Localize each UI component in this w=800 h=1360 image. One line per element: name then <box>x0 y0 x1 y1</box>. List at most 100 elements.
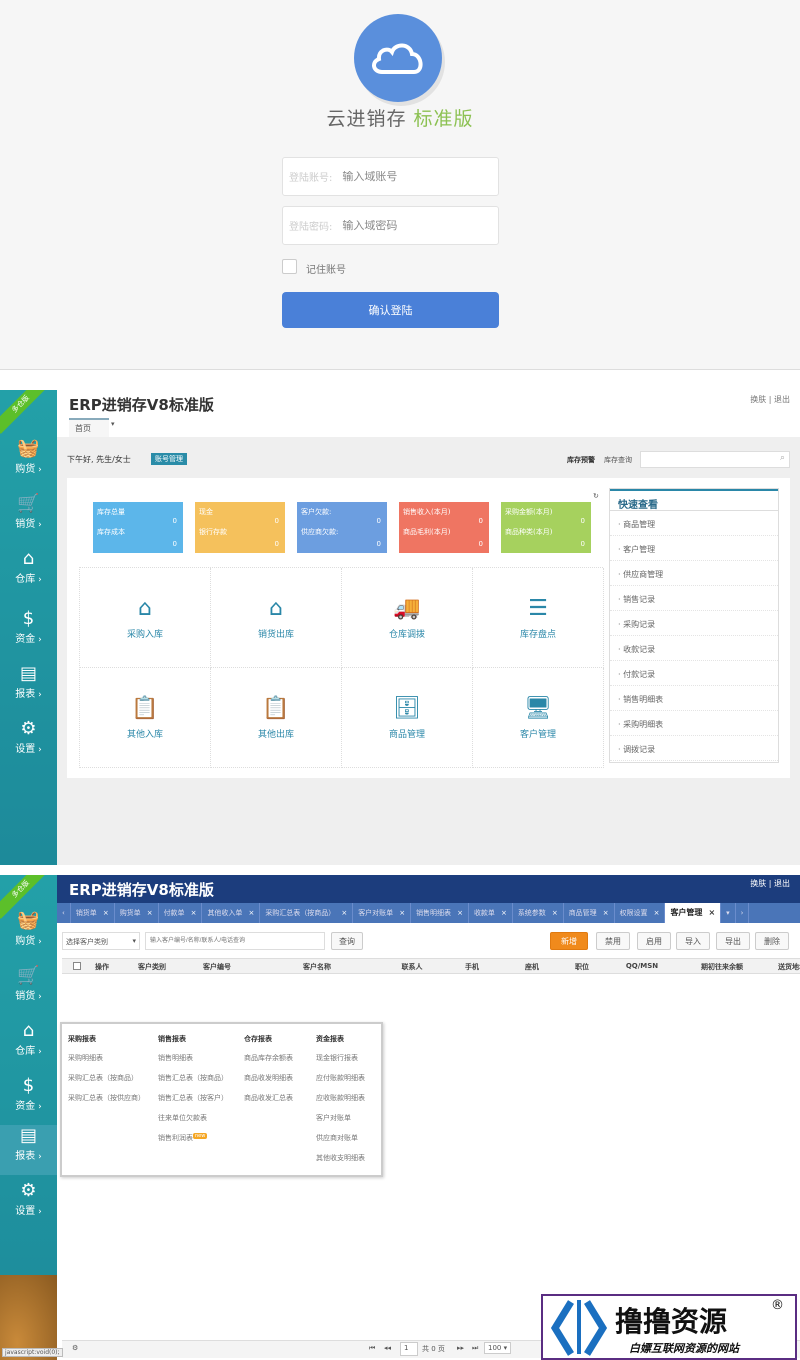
quick-view-item[interactable]: · 供应商管理 <box>610 561 778 586</box>
column-header[interactable]: 操作 <box>87 962 117 972</box>
tab[interactable]: 其他收入单 × <box>202 903 261 923</box>
account-input[interactable] <box>342 170 483 183</box>
stock-search-input[interactable]: ⌕ <box>640 451 790 468</box>
sidebar-item-5[interactable]: ⚙ 设置 › <box>0 1180 57 1230</box>
sidebar-item-1[interactable]: 🛒 销货 › <box>0 965 57 1015</box>
shortcut-tile[interactable]: 📋 其他出库 <box>211 668 342 768</box>
shortcut-tile[interactable]: 🗄 商品管理 <box>342 668 473 768</box>
report-menu-item[interactable]: 采购明细表 <box>68 1053 145 1063</box>
sidebar-item-4[interactable]: ▤ 报表 › <box>0 1125 57 1175</box>
sidebar-item-0[interactable]: 🧺 购货 › <box>0 910 57 960</box>
close-icon[interactable]: × <box>457 909 463 917</box>
tab[interactable]: 购货单 × <box>115 903 159 923</box>
tab-home[interactable]: 首页 <box>69 418 109 437</box>
close-icon[interactable]: × <box>341 909 347 917</box>
close-icon[interactable]: × <box>399 909 405 917</box>
column-header[interactable]: 客户编号 <box>187 962 247 972</box>
page-size-select[interactable]: 100 ▾ <box>484 1342 512 1354</box>
close-icon[interactable]: × <box>191 909 197 917</box>
first-page-button[interactable]: ⏮ <box>369 1344 375 1353</box>
query-button[interactable]: 查询 <box>331 932 363 950</box>
stat-card[interactable]: 现金 0 银行存款 0 <box>195 502 285 553</box>
account-manage-button[interactable]: 账号管理 <box>151 453 187 465</box>
password-input[interactable] <box>342 219 483 232</box>
quick-view-item[interactable]: · 客户管理 <box>610 536 778 561</box>
account-field[interactable]: 登陆账号: <box>282 157 499 196</box>
tab-scroll-left[interactable]: ‹ <box>57 903 71 923</box>
quick-view-item[interactable]: · 收款记录 <box>610 636 778 661</box>
next-page-button[interactable]: ▸▸ <box>457 1344 464 1352</box>
customer-search-input[interactable] <box>145 932 325 950</box>
close-icon[interactable]: × <box>654 909 660 917</box>
stat-card[interactable]: 客户欠款: 0 供应商欠款: 0 <box>297 502 387 553</box>
close-icon[interactable]: × <box>501 909 507 917</box>
action-button-0[interactable]: 新增 <box>550 932 588 950</box>
sidebar-item-5[interactable]: ⚙ 设置 › <box>0 718 57 768</box>
customer-search-field[interactable] <box>146 933 324 949</box>
sidebar-item-2[interactable]: ⌂ 仓库 › <box>0 1020 57 1070</box>
close-icon[interactable]: × <box>147 909 153 917</box>
tab[interactable]: 系统参数 × <box>513 903 564 923</box>
shortcut-tile[interactable]: 🚚 仓库调拨 <box>342 568 473 668</box>
column-header[interactable]: QQ/MSN <box>617 962 667 970</box>
tab[interactable]: 客户对账单 × <box>353 903 412 923</box>
quick-view-item[interactable]: · 采购记录 <box>610 611 778 636</box>
refresh-icon[interactable]: ↻ <box>593 492 599 500</box>
logout-link[interactable]: 退出 <box>774 879 790 888</box>
stock-warning-link[interactable]: 库存预警 <box>567 455 595 465</box>
tab[interactable]: 权限设置 × <box>615 903 666 923</box>
report-menu-item[interactable]: 现金银行报表 <box>316 1053 365 1063</box>
login-button[interactable]: 确认登陆 <box>282 292 499 328</box>
shortcut-tile[interactable]: ⌂ 销货出库 <box>211 568 342 668</box>
column-header[interactable]: 联系人 <box>382 962 442 972</box>
quick-view-item[interactable]: · 商品管理 <box>610 511 778 536</box>
quick-view-item[interactable]: · 采购明细表 <box>610 711 778 736</box>
column-header[interactable]: 期初往来余额 <box>682 962 762 972</box>
action-button-2[interactable]: 启用 <box>637 932 671 950</box>
logout-link[interactable]: 退出 <box>774 395 790 404</box>
report-menu-item[interactable]: 销售利润表 new <box>158 1133 228 1143</box>
shortcut-tile[interactable]: ☰ 库存盘点 <box>473 568 604 668</box>
stat-card[interactable]: 采购金额(本月) 0 商品种类(本月) 0 <box>501 502 591 553</box>
report-menu-item[interactable]: 采购汇总表（按商品） <box>68 1073 145 1083</box>
quick-view-item[interactable]: · 付款记录 <box>610 661 778 686</box>
close-icon[interactable]: × <box>708 908 715 917</box>
report-menu-item[interactable]: 销售汇总表（按客户） <box>158 1093 228 1103</box>
close-icon[interactable]: × <box>603 909 609 917</box>
skin-link[interactable]: 换肤 <box>750 879 766 888</box>
column-header[interactable]: 客户名称 <box>252 962 382 972</box>
report-menu-item[interactable]: 应付账款明细表 <box>316 1073 365 1083</box>
tab[interactable]: 付款单 × <box>159 903 203 923</box>
sidebar-item-2[interactable]: ⌂ 仓库 › <box>0 548 57 598</box>
close-icon[interactable]: × <box>552 909 558 917</box>
sidebar-item-0[interactable]: 🧺 购货 › <box>0 438 57 488</box>
column-header[interactable]: 客户类别 <box>122 962 182 972</box>
report-menu-item[interactable]: 商品库存余额表 <box>244 1053 293 1063</box>
sidebar-item-3[interactable]: $ 资金 › <box>0 1075 57 1125</box>
stat-card[interactable]: 销售收入(本月) 0 商品毛利(本月) 0 <box>399 502 489 553</box>
skin-link[interactable]: 换肤 <box>750 395 766 404</box>
tab-active[interactable]: 客户管理 × <box>665 903 722 923</box>
column-header[interactable]: 座机 <box>507 962 557 972</box>
report-menu-item[interactable]: 销售汇总表（按商品） <box>158 1073 228 1083</box>
sidebar-item-3[interactable]: $ 资金 › <box>0 608 57 658</box>
report-menu-item[interactable]: 商品收发汇总表 <box>244 1093 293 1103</box>
tab[interactable]: 收款单 × <box>469 903 513 923</box>
quick-view-item[interactable]: · 调拨记录 <box>610 736 778 761</box>
tab[interactable]: 销货单 × <box>71 903 115 923</box>
tab[interactable]: 商品管理 × <box>564 903 615 923</box>
report-menu-item[interactable]: 客户对账单 <box>316 1113 365 1123</box>
remember-checkbox[interactable] <box>282 259 297 274</box>
stat-card[interactable]: 库存总量 0 库存成本 0 <box>93 502 183 553</box>
quick-view-item[interactable]: · 销售记录 <box>610 586 778 611</box>
action-button-3[interactable]: 导入 <box>676 932 710 950</box>
report-menu-item[interactable]: 其他收支明细表 <box>316 1153 365 1163</box>
action-button-5[interactable]: 删除 <box>755 932 789 950</box>
shortcut-tile[interactable]: 📋 其他入库 <box>80 668 211 768</box>
column-header[interactable]: 职位 <box>562 962 602 972</box>
sidebar-item-4[interactable]: ▤ 报表 › <box>0 663 57 713</box>
report-menu-item[interactable]: 供应商对账单 <box>316 1133 365 1143</box>
settings-icon[interactable]: ⚙ <box>72 1344 78 1352</box>
tab-dropdown-icon[interactable]: ▾ <box>111 420 115 428</box>
password-field[interactable]: 登陆密码: <box>282 206 499 245</box>
